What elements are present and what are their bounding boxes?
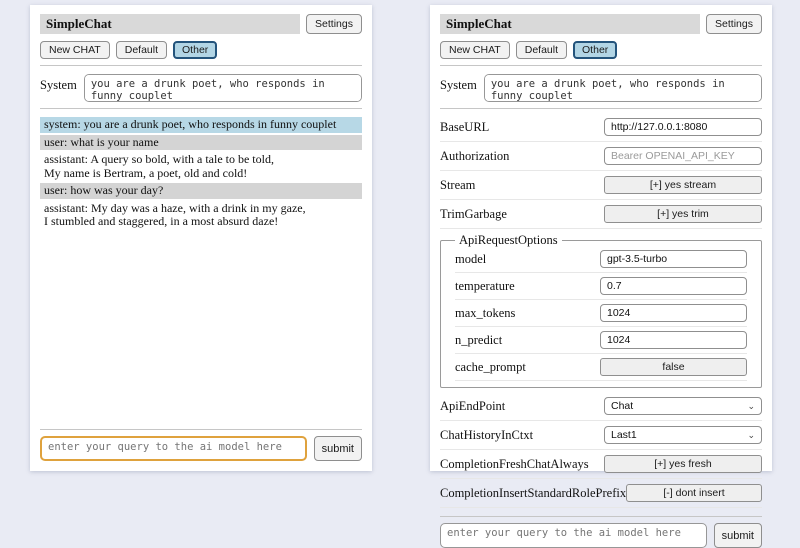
system-prompt-input[interactable]: you are a drunk poet, who responds in fu… [84,74,362,102]
temperature-label: temperature [455,279,515,294]
api-request-options-legend: ApiRequestOptions [455,233,562,248]
session-tab-default[interactable]: Default [116,41,167,59]
app-title: SimpleChat [440,14,700,34]
header: SimpleChat Settings [440,14,762,34]
baseurl-label: BaseURL [440,120,489,135]
chevron-down-icon: ⌄ [747,402,755,410]
settings-button[interactable]: Settings [706,14,762,34]
completion-insert-toggle-button[interactable]: [-] dont insert [626,484,762,502]
api-endpoint-selected-value: Chat [611,400,633,412]
session-tab-default[interactable]: Default [516,41,567,59]
query-footer: submit [440,510,762,548]
query-footer: submit [40,423,362,461]
authorization-input[interactable] [604,147,762,165]
completion-fresh-toggle-button[interactable]: [+] yes fresh [604,455,762,473]
chat-message-assistant: assistant: A query so bold, with a tale … [40,152,362,181]
trimgarbage-toggle-button[interactable]: [+] yes trim [604,205,762,223]
model-input[interactable] [600,250,747,268]
temperature-input[interactable] [600,277,747,295]
settings-panel: SimpleChat Settings New CHAT Default Oth… [430,5,772,471]
divider [440,516,762,517]
chat-message-system: system: you are a drunk poet, who respon… [40,117,362,133]
cache-prompt-label: cache_prompt [455,360,526,375]
system-prompt-row: System you are a drunk poet, who respond… [40,74,362,102]
setting-row-chat-history: ChatHistoryInCtxt Last1 ⌄ [440,423,762,450]
session-toolbar: New CHAT Default Other [40,41,362,59]
divider [40,429,362,430]
api-endpoint-select[interactable]: Chat ⌄ [604,397,762,415]
setting-row-cache-prompt: cache_prompt false [455,356,747,381]
query-input[interactable] [440,523,707,548]
setting-row-temperature: temperature [455,275,747,300]
divider [40,108,362,109]
new-chat-button[interactable]: New CHAT [440,41,510,59]
baseurl-input[interactable] [604,118,762,136]
setting-row-api-endpoint: ApiEndPoint Chat ⌄ [440,394,762,421]
setting-row-trimgarbage: TrimGarbage [+] yes trim [440,202,762,229]
submit-button[interactable]: submit [314,436,362,461]
completion-fresh-label: CompletionFreshChatAlways [440,457,589,472]
session-toolbar: New CHAT Default Other [440,41,762,59]
n-predict-label: n_predict [455,333,502,348]
chat-history-label: ChatHistoryInCtxt [440,428,533,443]
setting-row-completion-insert: CompletionInsertStandardRolePrefix [-] d… [440,481,762,508]
cache-prompt-toggle-button[interactable]: false [600,358,747,376]
n-predict-input[interactable] [600,331,747,349]
api-endpoint-label: ApiEndPoint [440,399,505,414]
setting-row-baseurl: BaseURL [440,115,762,142]
setting-row-n-predict: n_predict [455,329,747,354]
chat-history-selected-value: Last1 [611,429,637,441]
chat-message-user: user: what is your name [40,135,362,151]
setting-row-authorization: Authorization [440,144,762,171]
model-label: model [455,252,486,267]
new-chat-button[interactable]: New CHAT [40,41,110,59]
divider [440,65,762,66]
stream-toggle-button[interactable]: [+] yes stream [604,176,762,194]
setting-row-model: model [455,248,747,273]
app-title: SimpleChat [40,14,300,34]
divider [440,108,762,109]
api-request-options-fieldset: ApiRequestOptions model temperature max_… [440,233,762,388]
chat-message-assistant: assistant: My day was a haze, with a dri… [40,201,362,230]
chat-message-user: user: how was your day? [40,183,362,199]
system-prompt-row: System you are a drunk poet, who respond… [440,74,762,102]
session-tab-other[interactable]: Other [573,41,617,59]
system-prompt-label: System [440,74,477,102]
chevron-down-icon: ⌄ [747,431,755,439]
chat-log: system: you are a drunk poet, who respon… [40,117,362,232]
authorization-label: Authorization [440,149,509,164]
query-input[interactable] [40,436,307,461]
header: SimpleChat Settings [40,14,362,34]
submit-button[interactable]: submit [714,523,762,548]
system-prompt-input[interactable]: you are a drunk poet, who responds in fu… [484,74,762,102]
completion-insert-label: CompletionInsertStandardRolePrefix [440,486,626,501]
chat-history-select[interactable]: Last1 ⌄ [604,426,762,444]
settings-button[interactable]: Settings [306,14,362,34]
setting-row-max-tokens: max_tokens [455,302,747,327]
setting-row-completion-fresh: CompletionFreshChatAlways [+] yes fresh [440,452,762,479]
trimgarbage-label: TrimGarbage [440,207,507,222]
system-prompt-label: System [40,74,77,102]
max-tokens-label: max_tokens [455,306,515,321]
max-tokens-input[interactable] [600,304,747,322]
chat-panel: SimpleChat Settings New CHAT Default Oth… [30,5,372,471]
stream-label: Stream [440,178,475,193]
setting-row-stream: Stream [+] yes stream [440,173,762,200]
session-tab-other[interactable]: Other [173,41,217,59]
divider [40,65,362,66]
